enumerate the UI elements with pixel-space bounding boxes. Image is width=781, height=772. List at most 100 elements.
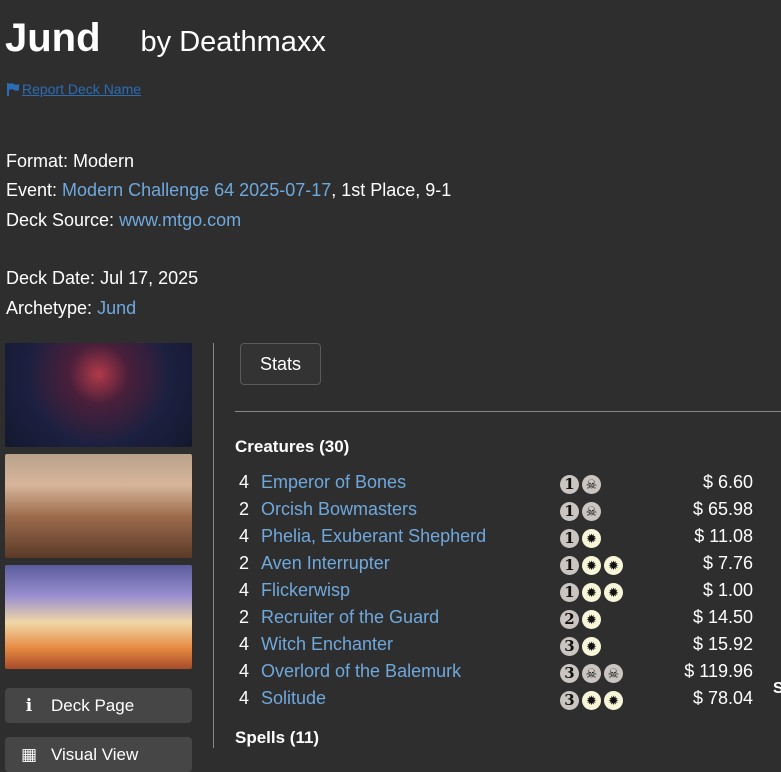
card-art-emperor-of-bones[interactable] — [5, 343, 192, 447]
spells-heading: Spells (11) — [235, 728, 320, 747]
card-row: 4 Phelia, Exuberant Shepherd 1 ✹ $ 11.08 — [235, 524, 755, 551]
mana-cost: 2 ✹ — [560, 610, 601, 629]
deck-page-button[interactable]: i Deck Page — [5, 688, 192, 723]
card-price: $ 1.00 — [702, 580, 753, 600]
mana-cost: 3 ✹ — [560, 637, 601, 656]
card-quantity: 2 — [239, 607, 250, 627]
white-mana-sun-icon: ✹ — [582, 610, 601, 629]
creatures-heading: Creatures (30) — [235, 437, 350, 456]
mana-cost: 1 ☠ — [560, 475, 601, 494]
card-name-link[interactable]: Solitude — [261, 688, 326, 709]
deck-header: Jund by Deathmaxx — [5, 14, 326, 66]
info-icon: i — [25, 695, 33, 716]
white-mana-sun-icon: ✹ — [604, 556, 623, 575]
card-name-link[interactable]: Emperor of Bones — [261, 472, 406, 493]
card-quantity: 2 — [239, 499, 250, 519]
deck-date-label: Deck Date: — [6, 268, 96, 288]
event-line: Event: Modern Challenge 64 2025-07-17, 1… — [6, 179, 451, 201]
white-mana-sun-icon: ✹ — [582, 556, 601, 575]
card-quantity: 4 — [239, 580, 250, 600]
card-quantity: 4 — [239, 472, 250, 492]
generic-mana-icon: 2 — [560, 610, 579, 629]
generic-mana-icon: 1 — [560, 583, 579, 602]
white-mana-sun-icon: ✹ — [582, 529, 601, 548]
card-name-link[interactable]: Flickerwisp — [261, 580, 350, 601]
deck-date-line: Deck Date: Jul 17, 2025 — [6, 267, 198, 289]
report-deck-name-link[interactable]: Report Deck Name — [6, 81, 141, 97]
card-price: $ 15.92 — [692, 634, 753, 654]
card-quantity: 4 — [239, 688, 250, 708]
black-mana-skull-icon: ☠ — [582, 664, 601, 683]
white-mana-sun-icon: ✹ — [582, 691, 601, 710]
black-mana-skull-icon: ☠ — [582, 475, 601, 494]
white-mana-sun-icon: ✹ — [582, 637, 601, 656]
format-label: Format: — [6, 151, 69, 171]
mana-cost: 1 ✹ ✹ — [560, 583, 623, 602]
card-quantity: 4 — [239, 661, 250, 681]
flag-icon — [6, 82, 20, 96]
card-price: $ 78.04 — [692, 688, 753, 708]
deck-page-label: Deck Page — [51, 695, 135, 715]
card-name-link[interactable]: Overlord of the Balemurk — [261, 661, 461, 682]
mana-cost: 3 ✹ ✹ — [560, 691, 623, 710]
deck-date-value: Jul 17, 2025 — [100, 268, 199, 288]
card-price: $ 119.96 — [684, 661, 753, 681]
generic-mana-icon: 1 — [560, 475, 579, 494]
mana-cost: 3 ☠ ☠ — [560, 664, 623, 683]
card-row: 4 Overlord of the Balemurk 3 ☠ ☠ $ 119.96 — [235, 659, 755, 686]
card-name-link[interactable]: Orcish Bowmasters — [261, 499, 417, 520]
card-row: 4 Flickerwisp 1 ✹ ✹ $ 1.00 — [235, 578, 755, 605]
card-quantity: 2 — [239, 553, 250, 573]
visual-view-button[interactable]: ▦ Visual View — [5, 737, 192, 772]
card-art-landscape[interactable] — [5, 454, 192, 558]
event-label: Event: — [6, 180, 58, 200]
black-mana-skull-icon: ☠ — [604, 664, 623, 683]
card-quantity: 4 — [239, 634, 250, 654]
report-link-label: Report Deck Name — [22, 81, 142, 97]
featured-cards — [5, 343, 192, 676]
card-row: 2 Orcish Bowmasters 1 ☠ $ 65.98 — [235, 497, 755, 524]
format-line: Format: Modern — [6, 150, 134, 172]
card-name-link[interactable]: Witch Enchanter — [261, 634, 393, 655]
source-label: Deck Source: — [6, 210, 115, 230]
card-art-flare[interactable] — [5, 565, 192, 669]
card-price: $ 11.08 — [694, 526, 753, 546]
deck-title: Jund — [5, 16, 101, 60]
horizontal-divider — [235, 411, 781, 412]
card-name-link[interactable]: Phelia, Exuberant Shepherd — [261, 526, 486, 547]
card-quantity: 4 — [239, 526, 250, 546]
source-line: Deck Source: www.mtgo.com — [6, 209, 241, 231]
archetype-link[interactable]: Jund — [97, 298, 136, 318]
deck-author: by Deathmaxx — [140, 26, 326, 58]
cropped-section-heading: S — [773, 680, 781, 697]
card-name-link[interactable]: Recruiter of the Guard — [261, 607, 439, 628]
vertical-divider — [213, 343, 214, 748]
generic-mana-icon: 3 — [560, 664, 579, 683]
card-row: 4 Witch Enchanter 3 ✹ $ 15.92 — [235, 632, 755, 659]
mana-cost: 1 ☠ — [560, 502, 601, 521]
card-price: $ 65.98 — [692, 499, 753, 519]
white-mana-sun-icon: ✹ — [604, 583, 623, 602]
black-mana-skull-icon: ☠ — [582, 502, 601, 521]
card-row: 2 Aven Interrupter 1 ✹ ✹ $ 7.76 — [235, 551, 755, 578]
card-row: 4 Solitude 3 ✹ ✹ $ 78.04 — [235, 686, 755, 713]
generic-mana-icon: 3 — [560, 637, 579, 656]
card-row: 4 Emperor of Bones 1 ☠ $ 6.60 — [235, 470, 755, 497]
generic-mana-icon: 3 — [560, 691, 579, 710]
mana-cost: 1 ✹ ✹ — [560, 556, 623, 575]
event-link[interactable]: Modern Challenge 64 2025-07-17 — [62, 180, 331, 200]
white-mana-sun-icon: ✹ — [582, 583, 601, 602]
archetype-line: Archetype: Jund — [6, 297, 136, 319]
card-price: $ 6.60 — [702, 472, 753, 492]
card-name-link[interactable]: Aven Interrupter — [261, 553, 390, 574]
generic-mana-icon: 1 — [560, 502, 579, 521]
event-result: , 1st Place, 9-1 — [331, 180, 452, 200]
stats-button[interactable]: Stats — [240, 343, 321, 385]
format-value: Modern — [73, 151, 135, 171]
generic-mana-icon: 1 — [560, 529, 579, 548]
source-link[interactable]: www.mtgo.com — [119, 210, 241, 230]
card-price: $ 7.76 — [702, 553, 753, 573]
card-row: 2 Recruiter of the Guard 2 ✹ $ 14.50 — [235, 605, 755, 632]
generic-mana-icon: 1 — [560, 556, 579, 575]
mana-cost: 1 ✹ — [560, 529, 601, 548]
